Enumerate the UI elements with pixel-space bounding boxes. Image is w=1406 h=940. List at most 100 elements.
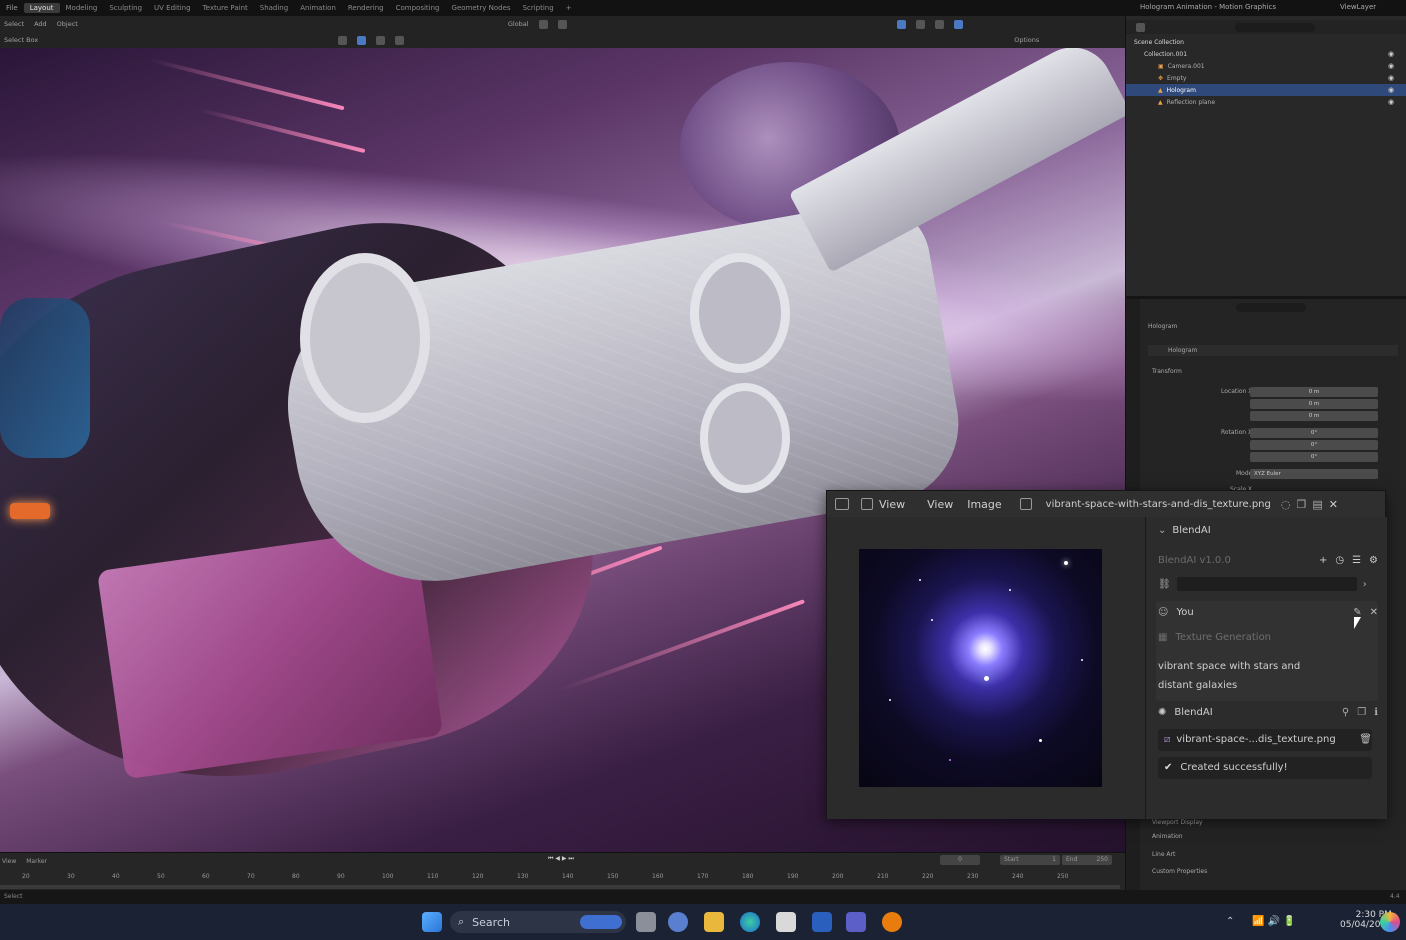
rotation-z-field[interactable]: 0° — [1250, 452, 1378, 462]
mode-icon[interactable] — [861, 498, 873, 510]
open-image-icon[interactable]: ▤ — [1312, 498, 1322, 511]
transform-section-header[interactable]: Transform — [1152, 368, 1182, 375]
view-dropdown[interactable]: View — [879, 498, 905, 511]
outliner-item[interactable]: Collection.001 — [1126, 48, 1406, 60]
location-x-field[interactable]: 0 m — [1250, 387, 1378, 397]
link-icon[interactable]: ⛓ — [1158, 579, 1171, 590]
task-view-icon[interactable] — [636, 912, 656, 932]
workspace-tab-geometry-nodes[interactable]: Geometry Nodes — [446, 3, 517, 13]
image-filename[interactable]: vibrant-space-with-stars-and-dis_texture… — [1046, 499, 1271, 510]
snap-icon[interactable] — [538, 19, 548, 29]
object-name-field[interactable]: Hologram — [1148, 323, 1177, 330]
properties-search-field[interactable] — [1236, 303, 1306, 312]
end-frame-field[interactable]: End 250 — [1062, 855, 1112, 865]
delete-x-icon[interactable]: ✕ — [1370, 607, 1378, 618]
outliner-item[interactable]: ✥ Empty — [1126, 72, 1406, 84]
transform-orientation-dropdown[interactable]: Global — [508, 20, 529, 28]
tool-icon[interactable] — [338, 35, 348, 45]
network-volume-battery-icons[interactable]: 📶 🔊 🔋 — [1252, 916, 1296, 927]
list-icon[interactable]: ☰ — [1352, 555, 1361, 566]
select-box-dropdown[interactable]: Select Box — [4, 36, 38, 44]
outliner-item[interactable]: ▲ Reflection plane — [1126, 96, 1406, 108]
trash-icon[interactable]: 🗑 — [1359, 734, 1372, 745]
taskbar-search-box[interactable]: ⌕ Search — [450, 911, 626, 933]
image-menu[interactable]: Image — [967, 498, 1001, 511]
custom-properties-section[interactable]: Custom Properties — [1152, 866, 1207, 877]
proportional-edit-icon[interactable] — [557, 19, 567, 29]
view-menu[interactable]: View — [927, 498, 953, 511]
tool-icon[interactable] — [357, 35, 367, 45]
pin-icon[interactable]: ⚲ — [1342, 707, 1349, 718]
teams-icon[interactable] — [846, 912, 866, 932]
location-y-field[interactable]: 0 m — [1250, 399, 1378, 409]
settings-gear-icon[interactable]: ⚙ — [1369, 555, 1378, 566]
workspace-tab-scripting[interactable]: Scripting — [517, 3, 560, 13]
rotation-y-field[interactable]: 0° — [1250, 440, 1378, 450]
add-workspace-icon[interactable]: + — [560, 3, 578, 13]
file-explorer-icon[interactable] — [704, 912, 724, 932]
blender-icon[interactable] — [882, 912, 902, 932]
new-image-icon[interactable]: ❐ — [1296, 498, 1306, 511]
workspace-tab-sculpting[interactable]: Sculpting — [103, 3, 148, 13]
history-icon[interactable]: ◷ — [1335, 555, 1344, 566]
copy-icon[interactable]: ❐ — [1357, 707, 1366, 718]
outliner-search-field[interactable] — [1235, 22, 1315, 32]
start-frame-field[interactable]: Start 1 — [1000, 855, 1060, 865]
add-menu[interactable]: Add — [34, 20, 47, 28]
shading-solid-icon[interactable] — [934, 19, 944, 29]
tool-icon[interactable] — [395, 35, 405, 45]
chat-icon[interactable] — [668, 912, 688, 932]
workspace-tab-uv-editing[interactable]: UV Editing — [148, 3, 197, 13]
workspace-tab-texture-paint[interactable]: Texture Paint — [197, 3, 254, 13]
info-icon[interactable]: ℹ — [1374, 707, 1378, 718]
location-z-field[interactable]: 0 m — [1250, 411, 1378, 421]
line-art-section[interactable]: Line Art — [1152, 849, 1175, 860]
outliner-filter-icon[interactable] — [1136, 22, 1145, 32]
outlook-icon[interactable] — [812, 912, 832, 932]
options-dropdown[interactable]: Options — [1014, 36, 1039, 44]
system-tray-chevron-icon[interactable]: ⌃ — [1226, 916, 1234, 927]
playback-controls[interactable]: ⏮ ◀ ▶ ⏭ — [548, 855, 574, 863]
data-name-field[interactable]: Hologram — [1168, 347, 1197, 354]
menu-file[interactable]: File — [0, 4, 24, 12]
close-icon[interactable]: ✕ — [1329, 498, 1338, 511]
add-icon[interactable]: + — [1319, 555, 1327, 566]
workspace-tab-animation[interactable]: Animation — [294, 3, 342, 13]
send-arrow-icon[interactable]: › — [1363, 579, 1367, 590]
workspace-tab-rendering[interactable]: Rendering — [342, 3, 390, 13]
workspace-tab-modeling[interactable]: Modeling — [60, 3, 104, 13]
workspace-tab-layout[interactable]: Layout — [23, 3, 60, 13]
visibility-eye-icons[interactable]: ◉ ◉ ◉ ◉ ◉ — [1388, 48, 1394, 108]
overlay-toggle-icon[interactable] — [915, 19, 925, 29]
rotation-x-field[interactable]: 0° — [1250, 428, 1378, 438]
image-browse-icon[interactable] — [1019, 498, 1032, 510]
view-layer-label[interactable]: ViewLayer — [1340, 3, 1376, 11]
timeline-marker-menu[interactable]: Marker — [26, 858, 47, 865]
prompt-input[interactable] — [1176, 577, 1357, 591]
blendai-panel-title[interactable]: BlendAI — [1172, 525, 1210, 536]
fake-user-icon[interactable]: ◌ — [1281, 498, 1291, 511]
scene-collection-label[interactable]: Scene Collection — [1134, 39, 1184, 46]
mode-dropdown[interactable]: XYZ Euler — [1250, 469, 1378, 479]
gizmo-toggle-icon[interactable] — [896, 19, 906, 29]
animation-section[interactable]: Animation — [1152, 831, 1183, 842]
chevron-down-icon[interactable]: ⌄ — [1158, 525, 1166, 536]
object-menu[interactable]: Object — [57, 20, 78, 28]
current-frame-field[interactable]: 0 — [940, 855, 980, 865]
copilot-icon[interactable] — [1380, 912, 1400, 932]
editor-type-icon[interactable] — [835, 498, 849, 510]
store-icon[interactable] — [776, 912, 796, 932]
image-canvas[interactable] — [827, 517, 1145, 819]
outliner-item[interactable]: ▣ Camera.001 — [1126, 60, 1406, 72]
outliner-item[interactable]: ▲ Hologram — [1126, 84, 1406, 96]
workspace-tab-shading[interactable]: Shading — [254, 3, 294, 13]
start-windows-icon[interactable] — [422, 912, 442, 932]
timeline-ruler[interactable]: 20 30 40 50 60 70 80 90 100 110 120 130 140 150 160 170… — [0, 871, 1125, 883]
timeline-view-menu[interactable]: View — [2, 858, 16, 865]
timeline-scrollbar[interactable] — [0, 885, 1120, 889]
workspace-tab-compositing[interactable]: Compositing — [390, 3, 446, 13]
tool-icon[interactable] — [376, 35, 386, 45]
edge-browser-icon[interactable] — [740, 912, 760, 932]
select-menu[interactable]: Select — [4, 20, 24, 28]
shading-material-icon[interactable] — [953, 19, 963, 29]
